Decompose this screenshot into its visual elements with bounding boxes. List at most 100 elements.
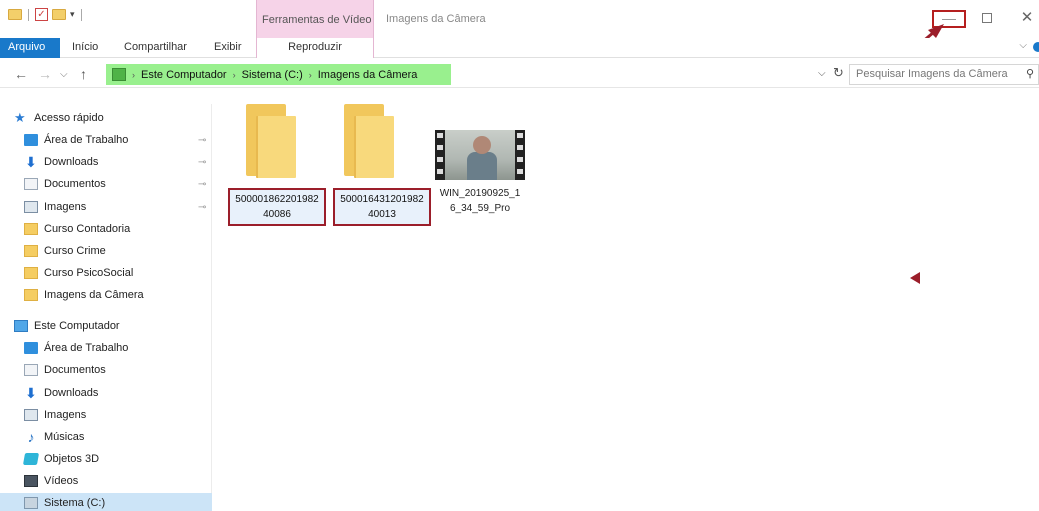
address-dropdown-icon[interactable]: ⌵ <box>818 68 826 79</box>
sidebar-item-label: Curso Contadoria <box>44 223 131 235</box>
sidebar-item-imagens-da-camera[interactable]: Imagens da Câmera <box>0 285 212 305</box>
sidebar-item-label: Acesso rápido <box>34 112 104 124</box>
download-icon: ⬇ <box>25 154 37 170</box>
sidebar-item-downloads[interactable]: ⬇ Downloads ⊸ <box>0 152 212 172</box>
folder-icon <box>24 245 38 257</box>
address-bar[interactable]: › Este Computador › Sistema (C:) › Image… <box>106 64 451 85</box>
film-hole <box>437 157 443 162</box>
pictures-icon <box>24 201 38 213</box>
title-bar: ✓ ▾ Ferramentas de Vídeo Imagens da Câme… <box>0 0 1039 38</box>
sidebar-item-label: Imagens <box>44 409 87 421</box>
recent-locations-icon[interactable]: ⌵ <box>60 69 68 80</box>
up-button[interactable]: ↑ <box>80 66 87 82</box>
cursor-icon <box>910 272 920 284</box>
breadcrumb-este-computador[interactable]: Este Computador <box>141 69 227 81</box>
properties-icon[interactable]: ✓ <box>35 8 48 21</box>
tab-inicio[interactable]: Início <box>72 38 98 58</box>
toolbar-separator <box>80 8 82 21</box>
star-icon: ★ <box>14 110 26 125</box>
tab-reproduzir[interactable]: Reproduzir <box>256 38 374 58</box>
sidebar-item-curso-crime[interactable]: Curso Crime <box>0 241 212 261</box>
folder-label-1[interactable]: 500001862201982 40086 <box>228 188 326 226</box>
breadcrumb-sistema[interactable]: Sistema (C:) <box>242 69 303 81</box>
sidebar-item-videos[interactable]: Vídeos <box>0 471 212 491</box>
video-thumbnail[interactable] <box>435 130 525 180</box>
sidebar-item-sistema-c[interactable]: Sistema (C:) <box>0 493 212 511</box>
film-hole <box>437 169 443 174</box>
desktop-icon <box>24 134 38 146</box>
maximize-button[interactable] <box>972 8 1002 28</box>
folder-icon <box>24 267 38 279</box>
sidebar-item-label: Imagens <box>44 201 87 213</box>
breadcrumb-imagens-da-camera[interactable]: Imagens da Câmera <box>318 69 418 81</box>
tab-arquivo[interactable]: Arquivo <box>0 38 60 58</box>
sidebar-item-label: Músicas <box>44 431 85 443</box>
film-hole <box>517 145 523 150</box>
file-name-line: WIN_20190925_1 <box>439 188 521 199</box>
video-file-label[interactable]: WIN_20190925_1 6_34_59_Pro <box>430 186 530 216</box>
sidebar-item-area-de-trabalho-pc[interactable]: Área de Trabalho <box>0 338 212 358</box>
folder-front <box>256 116 296 178</box>
search-icon[interactable]: ⚲ <box>1026 65 1034 84</box>
help-icon[interactable] <box>1033 42 1039 52</box>
sidebar-item-downloads-pc[interactable]: ⬇ Downloads <box>0 383 212 403</box>
ribbon-tab-bar: Arquivo Início Compartilhar Exibir Repro… <box>0 38 1039 58</box>
sidebar-item-objetos-3d[interactable]: Objetos 3D <box>0 449 212 469</box>
sidebar-item-documentos[interactable]: Documentos ⊸ <box>0 174 212 194</box>
person-figure <box>467 152 497 180</box>
folder-icon[interactable] <box>338 104 398 178</box>
film-hole <box>517 169 523 174</box>
folder-label-2[interactable]: 500016431201982 40013 <box>333 188 431 226</box>
sidebar-item-label: Downloads <box>44 156 99 168</box>
folder-icon <box>24 223 38 235</box>
sidebar-item-label: Área de Trabalho <box>44 134 129 146</box>
maximize-icon <box>982 13 992 23</box>
sidebar-item-label: Curso PsicoSocial <box>44 267 134 279</box>
pin-icon[interactable]: ⊸ <box>198 179 206 190</box>
sidebar-item-este-computador[interactable]: Este Computador <box>0 316 212 336</box>
video-frame <box>445 130 515 180</box>
person-head <box>473 136 491 154</box>
drive-icon <box>24 497 38 509</box>
sidebar-item-imagens-pc[interactable]: Imagens <box>0 405 212 425</box>
sidebar-item-musicas[interactable]: ♪ Músicas <box>0 427 212 447</box>
sidebar-item-label: Downloads <box>44 387 99 399</box>
pin-icon[interactable]: ⊸ <box>198 157 206 168</box>
customize-toolbar-dropdown-icon[interactable]: ▾ <box>70 9 75 20</box>
sidebar-item-label: Área de Trabalho <box>44 342 129 354</box>
tab-exibir[interactable]: Exibir <box>214 38 242 58</box>
film-strip-icon <box>435 130 445 180</box>
refresh-icon[interactable]: ↻ <box>833 65 844 81</box>
sidebar-item-acesso-rapido[interactable]: ★ Acesso rápido <box>0 108 212 128</box>
breadcrumb-chevron-icon[interactable]: › <box>132 70 135 80</box>
film-hole <box>517 157 523 162</box>
expand-ribbon-icon[interactable]: ⌵ <box>1019 40 1027 51</box>
new-folder-icon[interactable] <box>52 9 66 20</box>
breadcrumb-chevron-icon[interactable]: › <box>309 70 312 80</box>
sidebar-item-documentos-pc[interactable]: Documentos <box>0 360 212 380</box>
sidebar-item-label: Este Computador <box>34 320 120 332</box>
folder-icon[interactable] <box>240 104 300 178</box>
sidebar-item-imagens[interactable]: Imagens ⊸ <box>0 197 212 217</box>
pin-icon[interactable]: ⊸ <box>198 202 206 213</box>
pictures-icon <box>24 409 38 421</box>
tab-compartilhar[interactable]: Compartilhar <box>124 38 187 58</box>
sidebar-item-label: Documentos <box>44 178 106 190</box>
desktop-icon <box>24 342 38 354</box>
sidebar-item-curso-contadoria[interactable]: Curso Contadoria <box>0 219 212 239</box>
sidebar-item-area-de-trabalho[interactable]: Área de Trabalho ⊸ <box>0 130 212 150</box>
search-input[interactable]: Pesquisar Imagens da Câmera ⚲ <box>849 64 1039 85</box>
document-icon <box>24 364 38 376</box>
folder-icon[interactable] <box>8 9 22 20</box>
forward-button[interactable]: → <box>38 66 52 82</box>
film-strip-icon <box>515 130 525 180</box>
music-icon: ♪ <box>27 429 35 445</box>
pin-icon[interactable]: ⊸ <box>198 135 206 146</box>
sidebar-item-curso-psicosocial[interactable]: Curso PsicoSocial <box>0 263 212 283</box>
breadcrumb-chevron-icon[interactable]: › <box>233 70 236 80</box>
sidebar-item-label: Sistema (C:) <box>44 497 106 509</box>
close-button[interactable]: ✕ <box>1012 8 1039 28</box>
document-icon <box>24 178 38 190</box>
folder-front <box>354 116 394 178</box>
back-button[interactable]: ← <box>14 66 28 82</box>
